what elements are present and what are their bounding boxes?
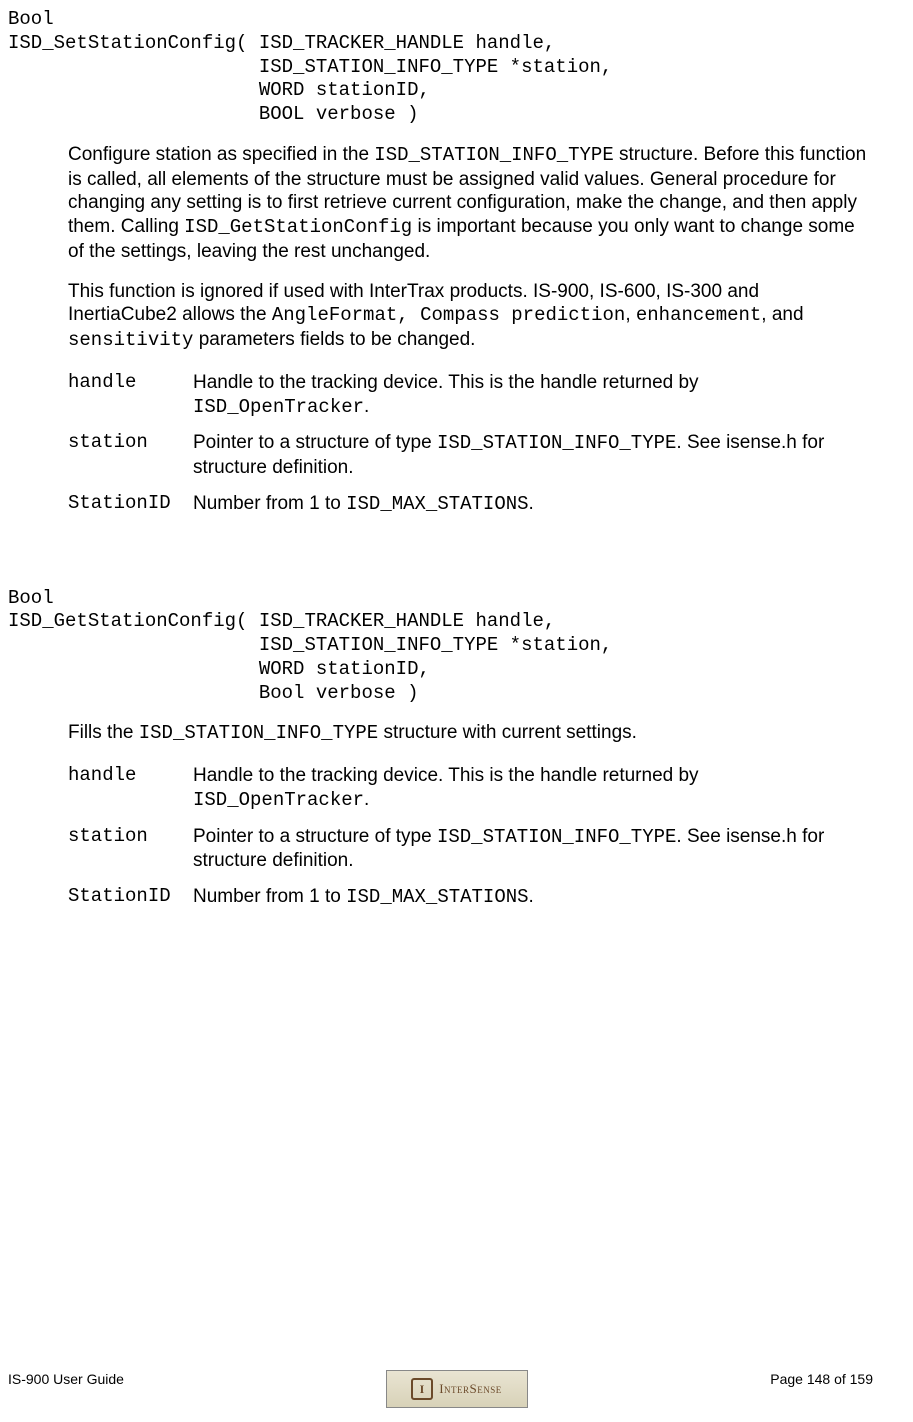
text: parameters fields to be changed. xyxy=(193,329,475,350)
text: , xyxy=(625,304,636,325)
footer-right: Page 148 of 159 xyxy=(770,1371,873,1389)
logo-text: InterSense xyxy=(439,1381,502,1397)
param-row: station Pointer to a structure of type I… xyxy=(68,431,873,480)
param-list-set: handle Handle to the tracking device. Th… xyxy=(68,371,873,517)
param-name-stationid: StationID xyxy=(68,885,193,909)
code-inline: ISD_OpenTracker xyxy=(193,396,364,418)
code-inline: ISD_STATION_INFO_TYPE xyxy=(374,144,613,166)
text: structure with current settings. xyxy=(378,722,637,743)
param-name-handle: handle xyxy=(68,371,193,395)
param-row: handle Handle to the tracking device. Th… xyxy=(68,371,873,420)
text: . xyxy=(364,396,369,417)
text: , and xyxy=(761,304,803,325)
param-name-station: station xyxy=(68,431,193,455)
text: . xyxy=(364,789,369,810)
code-inline: ISD_STATION_INFO_TYPE xyxy=(437,826,676,848)
function-signature-set: Bool ISD_SetStationConfig( ISD_TRACKER_H… xyxy=(8,8,873,127)
code-inline: sensitivity xyxy=(68,329,193,351)
text: Number from 1 to xyxy=(193,493,346,514)
code-inline: ISD_MAX_STATIONS xyxy=(346,886,528,908)
text: Fills the xyxy=(68,722,139,743)
param-row: handle Handle to the tracking device. Th… xyxy=(68,764,873,813)
param-row: StationID Number from 1 to ISD_MAX_STATI… xyxy=(68,492,873,517)
param-list-get: handle Handle to the tracking device. Th… xyxy=(68,764,873,910)
param-desc-station: Pointer to a structure of type ISD_STATI… xyxy=(193,431,873,480)
logo-icon: I xyxy=(411,1378,433,1400)
text: Handle to the tracking device. This is t… xyxy=(193,372,699,393)
text: Handle to the tracking device. This is t… xyxy=(193,765,699,786)
param-row: station Pointer to a structure of type I… xyxy=(68,825,873,874)
code-inline: AngleFormat, Compass prediction xyxy=(272,304,625,326)
param-name-stationid: StationID xyxy=(68,492,193,516)
text: . xyxy=(529,493,534,514)
function-signature-get: Bool ISD_GetStationConfig( ISD_TRACKER_H… xyxy=(8,587,873,706)
function-description-set-p1: Configure station as specified in the IS… xyxy=(68,143,873,264)
code-inline: ISD_OpenTracker xyxy=(193,789,364,811)
text: Number from 1 to xyxy=(193,886,346,907)
param-row: StationID Number from 1 to ISD_MAX_STATI… xyxy=(68,885,873,910)
param-desc-stationid: Number from 1 to ISD_MAX_STATIONS. xyxy=(193,492,873,517)
param-desc-station: Pointer to a structure of type ISD_STATI… xyxy=(193,825,873,874)
text: . xyxy=(529,886,534,907)
intersense-logo: I InterSense xyxy=(386,1370,528,1408)
code-inline: enhancement xyxy=(636,304,761,326)
param-desc-stationid: Number from 1 to ISD_MAX_STATIONS. xyxy=(193,885,873,910)
param-desc-handle: Handle to the tracking device. This is t… xyxy=(193,764,873,813)
text: Pointer to a structure of type xyxy=(193,432,437,453)
code-inline: ISD_MAX_STATIONS xyxy=(346,493,528,515)
param-desc-handle: Handle to the tracking device. This is t… xyxy=(193,371,873,420)
param-name-station: station xyxy=(68,825,193,849)
code-inline: ISD_STATION_INFO_TYPE xyxy=(139,722,378,744)
function-description-set-p2: This function is ignored if used with In… xyxy=(68,280,873,353)
code-inline: ISD_GetStationConfig xyxy=(184,216,412,238)
text: Configure station as specified in the xyxy=(68,144,374,165)
footer-left: IS-900 User Guide xyxy=(8,1371,124,1389)
function-description-get: Fills the ISD_STATION_INFO_TYPE structur… xyxy=(68,721,873,746)
text: Pointer to a structure of type xyxy=(193,826,437,847)
code-inline: ISD_STATION_INFO_TYPE xyxy=(437,432,676,454)
param-name-handle: handle xyxy=(68,764,193,788)
